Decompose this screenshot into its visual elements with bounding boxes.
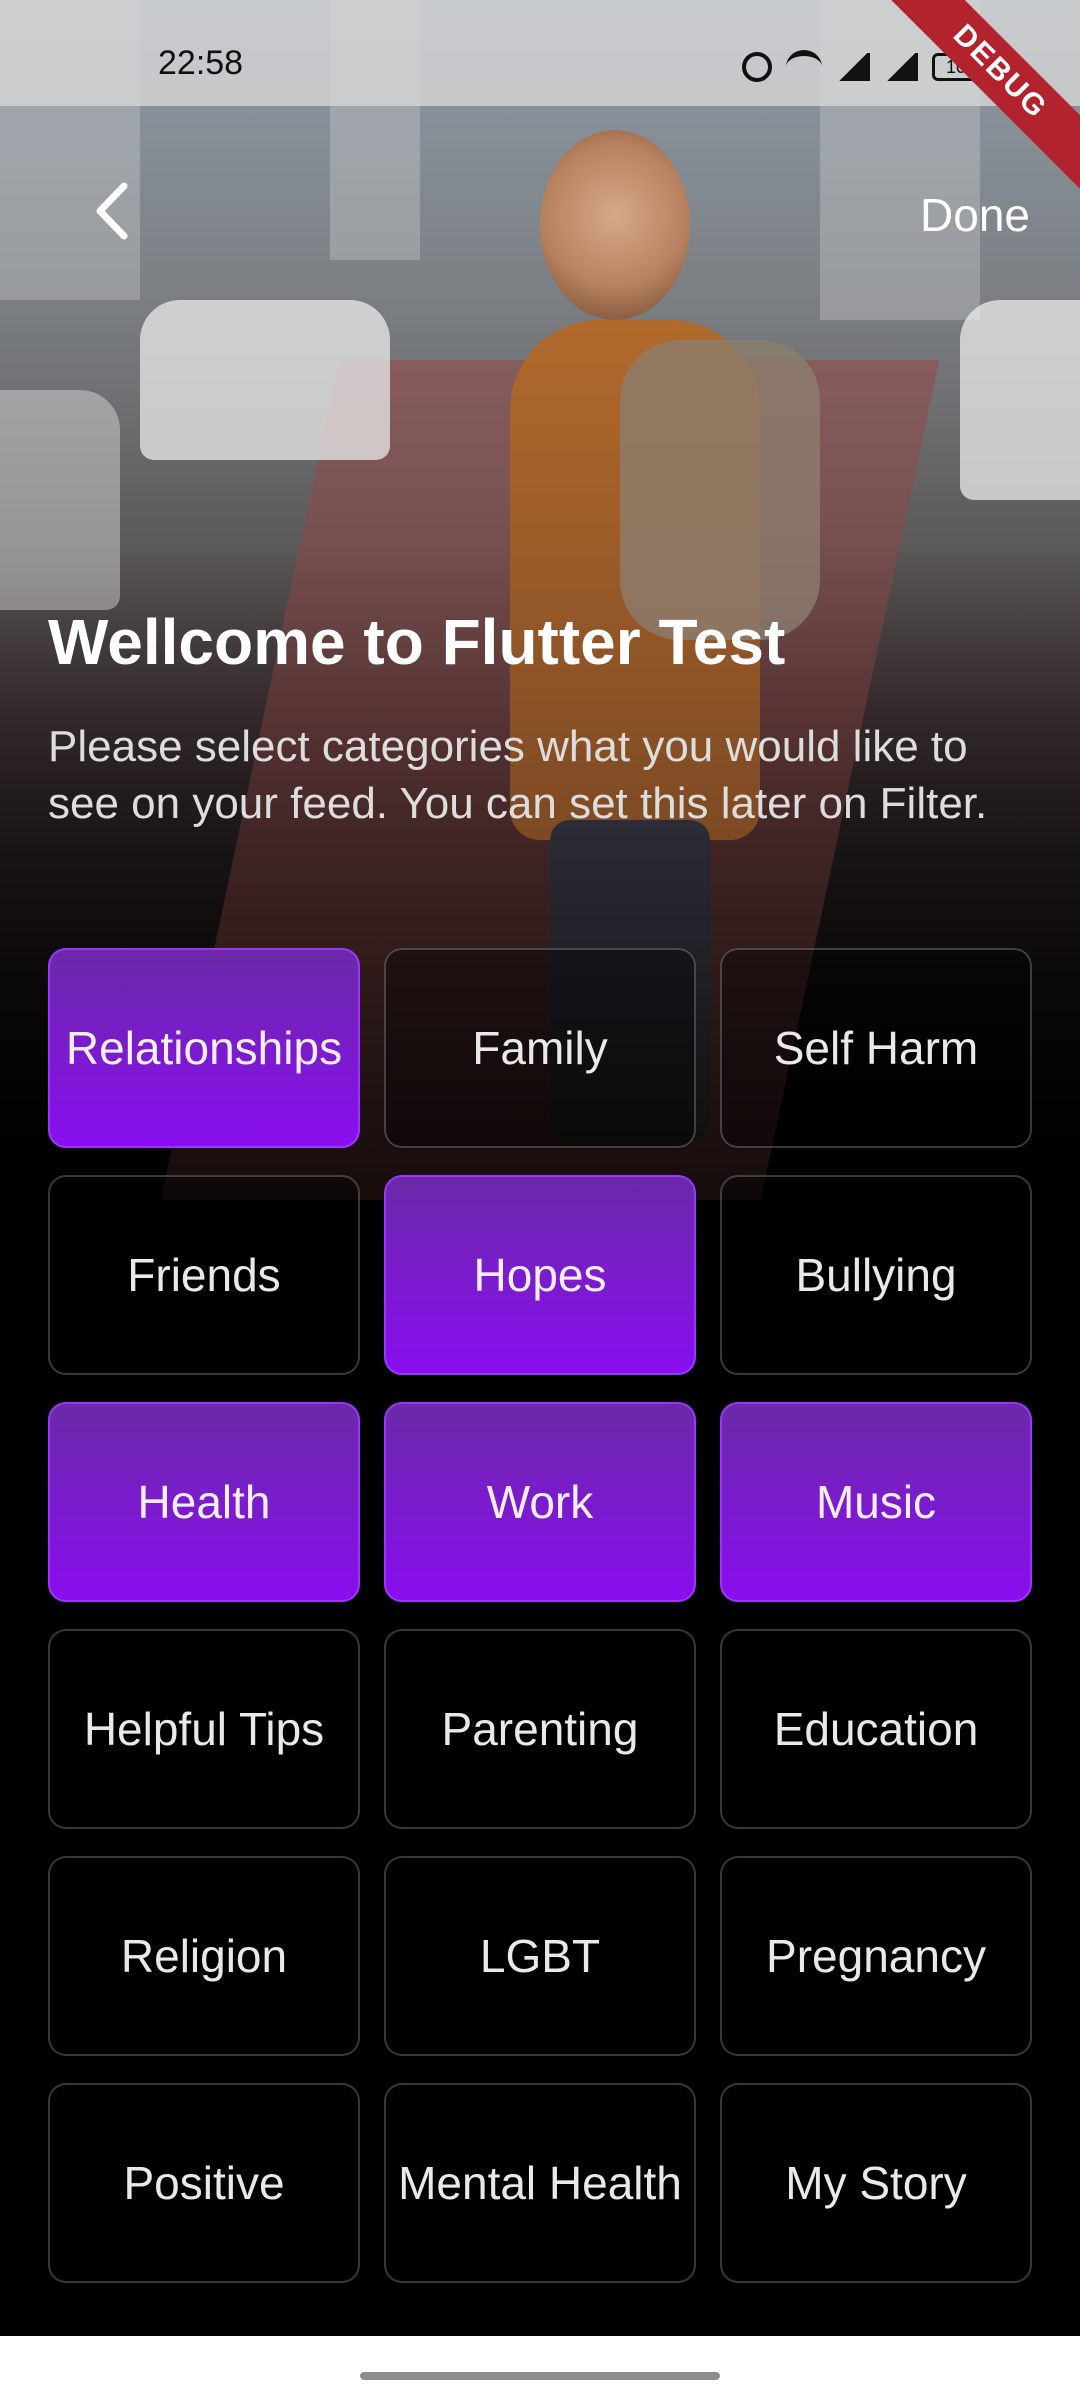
category-pregnancy[interactable]: Pregnancy xyxy=(720,1856,1032,2056)
wifi-icon xyxy=(786,50,822,84)
category-education[interactable]: Education xyxy=(720,1629,1032,1829)
category-religion[interactable]: Religion xyxy=(48,1856,360,2056)
chevron-left-icon xyxy=(96,182,128,240)
category-self-harm[interactable]: Self Harm xyxy=(720,948,1032,1148)
category-music[interactable]: Music xyxy=(720,1402,1032,1602)
top-nav: Done xyxy=(0,170,1080,260)
category-bullying[interactable]: Bullying xyxy=(720,1175,1032,1375)
backpack-shape xyxy=(620,340,820,640)
system-nav-bar xyxy=(0,2336,1080,2400)
category-parenting[interactable]: Parenting xyxy=(384,1629,696,1829)
back-button[interactable] xyxy=(80,176,150,246)
car-shape xyxy=(960,300,1080,500)
category-work[interactable]: Work xyxy=(384,1402,696,1602)
category-relationships[interactable]: Relationships xyxy=(48,948,360,1148)
category-positive[interactable]: Positive xyxy=(48,2083,360,2283)
alarm-icon xyxy=(742,52,772,82)
category-hopes[interactable]: Hopes xyxy=(384,1175,696,1375)
car-shape xyxy=(0,390,120,610)
category-friends[interactable]: Friends xyxy=(48,1175,360,1375)
car-shape xyxy=(140,300,390,460)
done-button[interactable]: Done xyxy=(920,188,1030,242)
signal-icon xyxy=(836,53,870,81)
category-grid: Relationships Family Self Harm Friends H… xyxy=(48,948,1032,2283)
home-handle[interactable] xyxy=(360,2372,720,2380)
category-helpful-tips[interactable]: Helpful Tips xyxy=(48,1629,360,1829)
category-lgbt[interactable]: LGBT xyxy=(384,1856,696,2056)
category-family[interactable]: Family xyxy=(384,948,696,1148)
category-mental-health[interactable]: Mental Health xyxy=(384,2083,696,2283)
page-subtitle: Please select categories what you would … xyxy=(48,722,988,828)
page-title: Wellcome to Flutter Test xyxy=(48,606,786,678)
signal-icon xyxy=(884,53,918,81)
category-my-story[interactable]: My Story xyxy=(720,2083,1032,2283)
status-time: 22:58 xyxy=(158,44,244,82)
category-health[interactable]: Health xyxy=(48,1402,360,1602)
